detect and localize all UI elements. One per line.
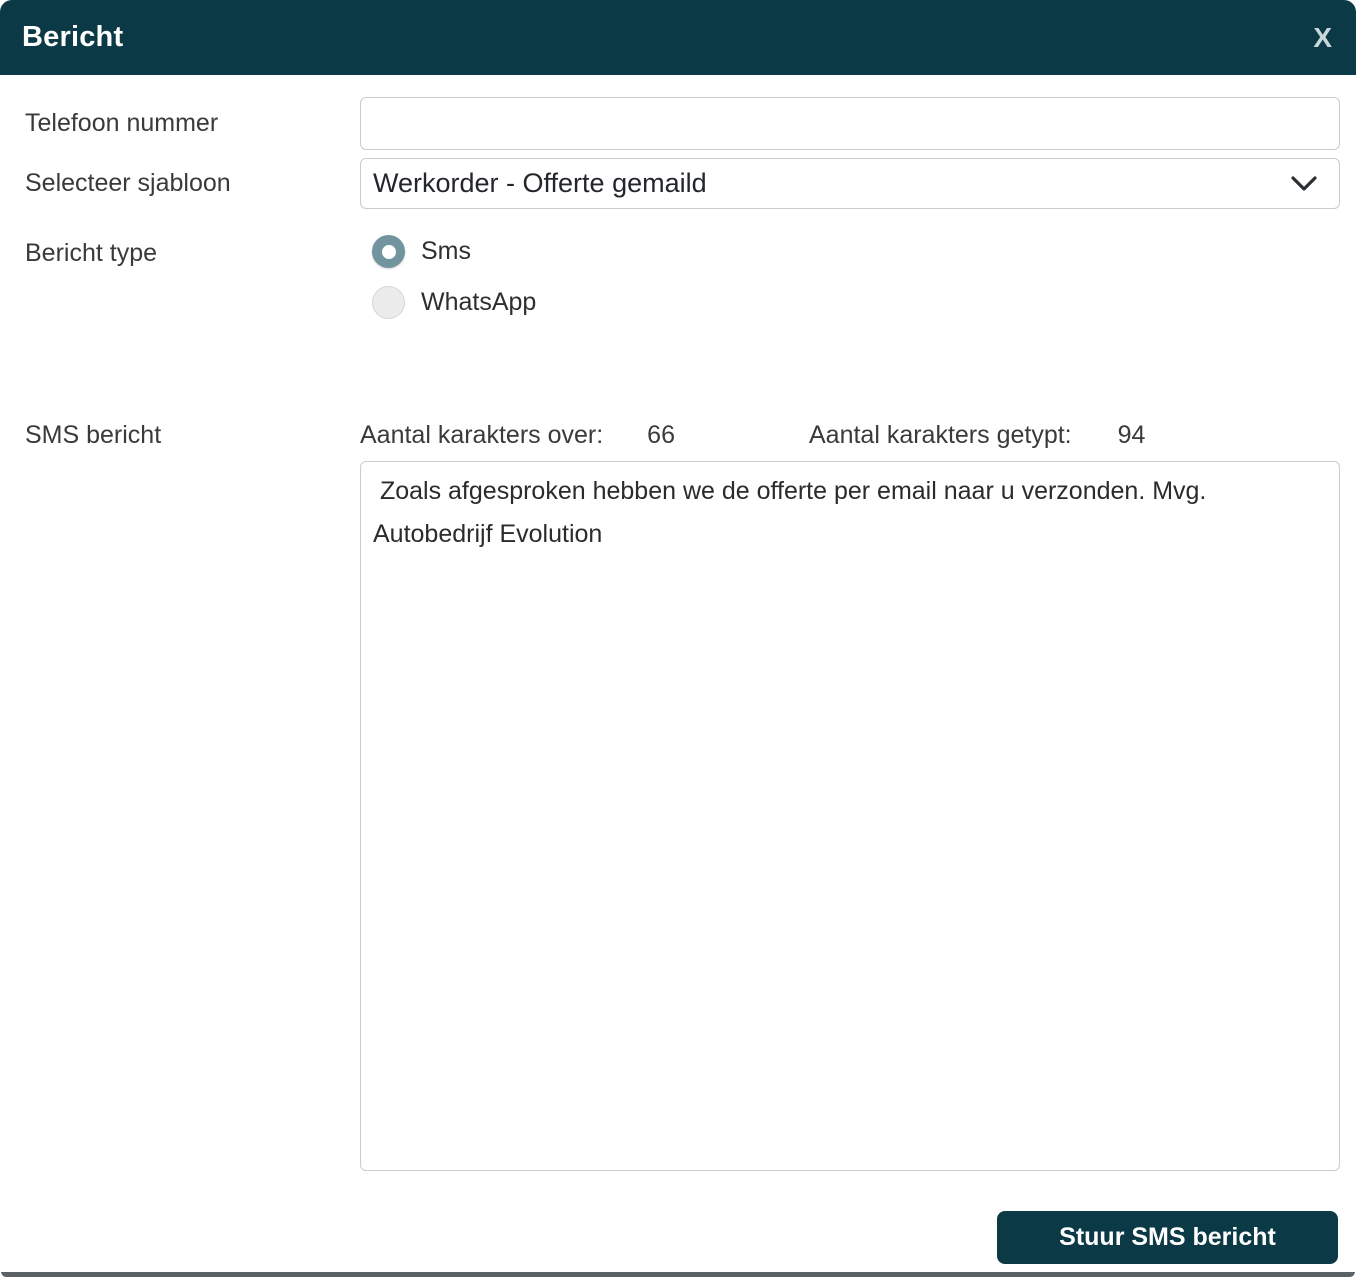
radio-option-whatsapp[interactable]: WhatsApp — [360, 286, 1340, 319]
dialog-header: Bericht X — [0, 0, 1356, 75]
message-type-row: Bericht type Sms WhatsApp — [22, 223, 1340, 337]
chars-left-value: 66 — [647, 421, 675, 450]
message-type-label: Bericht type — [22, 223, 360, 268]
dialog-title: Bericht — [22, 21, 123, 54]
radio-option-whatsapp-label: WhatsApp — [421, 288, 536, 317]
radio-option-sms-label: Sms — [421, 237, 471, 266]
radio-selected-icon[interactable] — [372, 235, 405, 268]
template-selected-value: Werkorder - Offerte gemaild — [373, 168, 707, 199]
chars-left-label: Aantal karakters over: — [360, 421, 603, 450]
phone-label: Telefoon nummer — [22, 97, 360, 138]
template-label: Selecteer sjabloon — [22, 158, 360, 198]
sms-label: SMS bericht — [22, 409, 360, 450]
send-sms-button[interactable]: Stuur SMS bericht — [997, 1211, 1338, 1264]
character-counters: Aantal karakters over: 66 Aantal karakte… — [360, 409, 1340, 450]
sms-message-textarea[interactable]: Zoals afgesproken hebben we de offerte p… — [360, 461, 1340, 1171]
button-row: Stuur SMS bericht — [22, 1211, 1340, 1264]
sms-section: SMS bericht Aantal karakters over: 66 Aa… — [22, 409, 1340, 1176]
chars-typed-label: Aantal karakters getypt: — [809, 421, 1072, 450]
template-row: Selecteer sjabloon Werkorder - Offerte g… — [22, 158, 1340, 209]
radio-option-sms[interactable]: Sms — [360, 235, 1340, 268]
form-area: Telefoon nummer Selecteer sjabloon Werko… — [0, 75, 1356, 1264]
template-select[interactable]: Werkorder - Offerte gemaild — [360, 158, 1340, 209]
radio-unselected-icon[interactable] — [372, 286, 405, 319]
message-dialog: Bericht X Telefoon nummer Selecteer sjab… — [0, 0, 1356, 1280]
dialog-bottom-edge — [1, 1272, 1355, 1277]
chevron-down-icon — [1291, 176, 1317, 192]
message-type-radio-group: Sms WhatsApp — [360, 223, 1340, 337]
close-icon[interactable]: X — [1311, 20, 1334, 56]
chars-typed-value: 94 — [1118, 421, 1146, 450]
phone-row: Telefoon nummer — [22, 97, 1340, 150]
phone-input[interactable] — [360, 97, 1340, 150]
